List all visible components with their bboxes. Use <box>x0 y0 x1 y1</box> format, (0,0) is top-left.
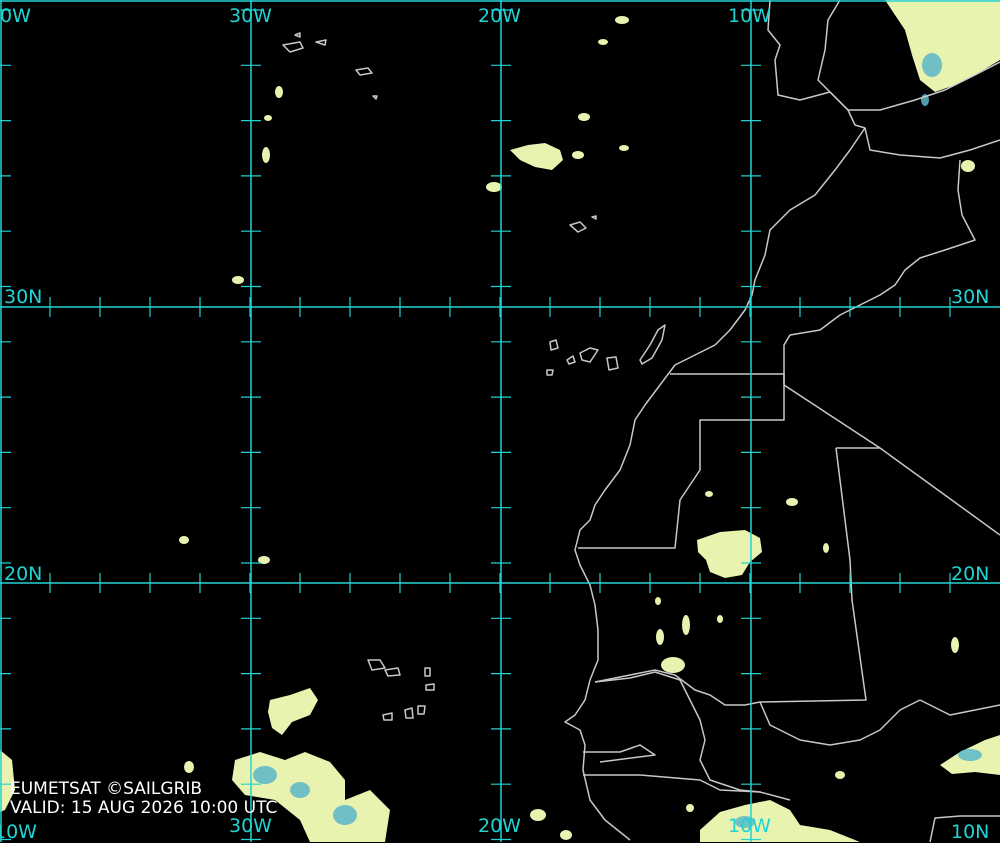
source-credit: EUMETSAT ©SAILGRIB <box>10 779 203 799</box>
valid-time: VALID: 15 AUG 2026 10:00 UTC <box>10 798 278 818</box>
lon-label-bottom-10w: 10W <box>728 815 771 837</box>
lon-label-bottom-20w: 20W <box>478 815 521 837</box>
lat-label-right-20n: 20N <box>951 563 990 585</box>
lat-label-right-30n: 30N <box>951 286 990 308</box>
lon-label-bottom-left: 10W <box>0 821 37 843</box>
lat-label-left-30n: 30N <box>4 286 43 308</box>
lat-label-bottom-10n: 10N <box>951 821 990 843</box>
lon-label-top-10w: 10W <box>728 5 771 27</box>
lat-label-left-20n: 20N <box>4 563 43 585</box>
lon-label-top-0: 0W <box>0 5 31 27</box>
satellite-map <box>0 0 1000 842</box>
lon-label-top-20w: 20W <box>478 5 521 27</box>
lon-label-top-30w: 30W <box>229 5 272 27</box>
lon-label-bottom-30w: 30W <box>229 815 272 837</box>
